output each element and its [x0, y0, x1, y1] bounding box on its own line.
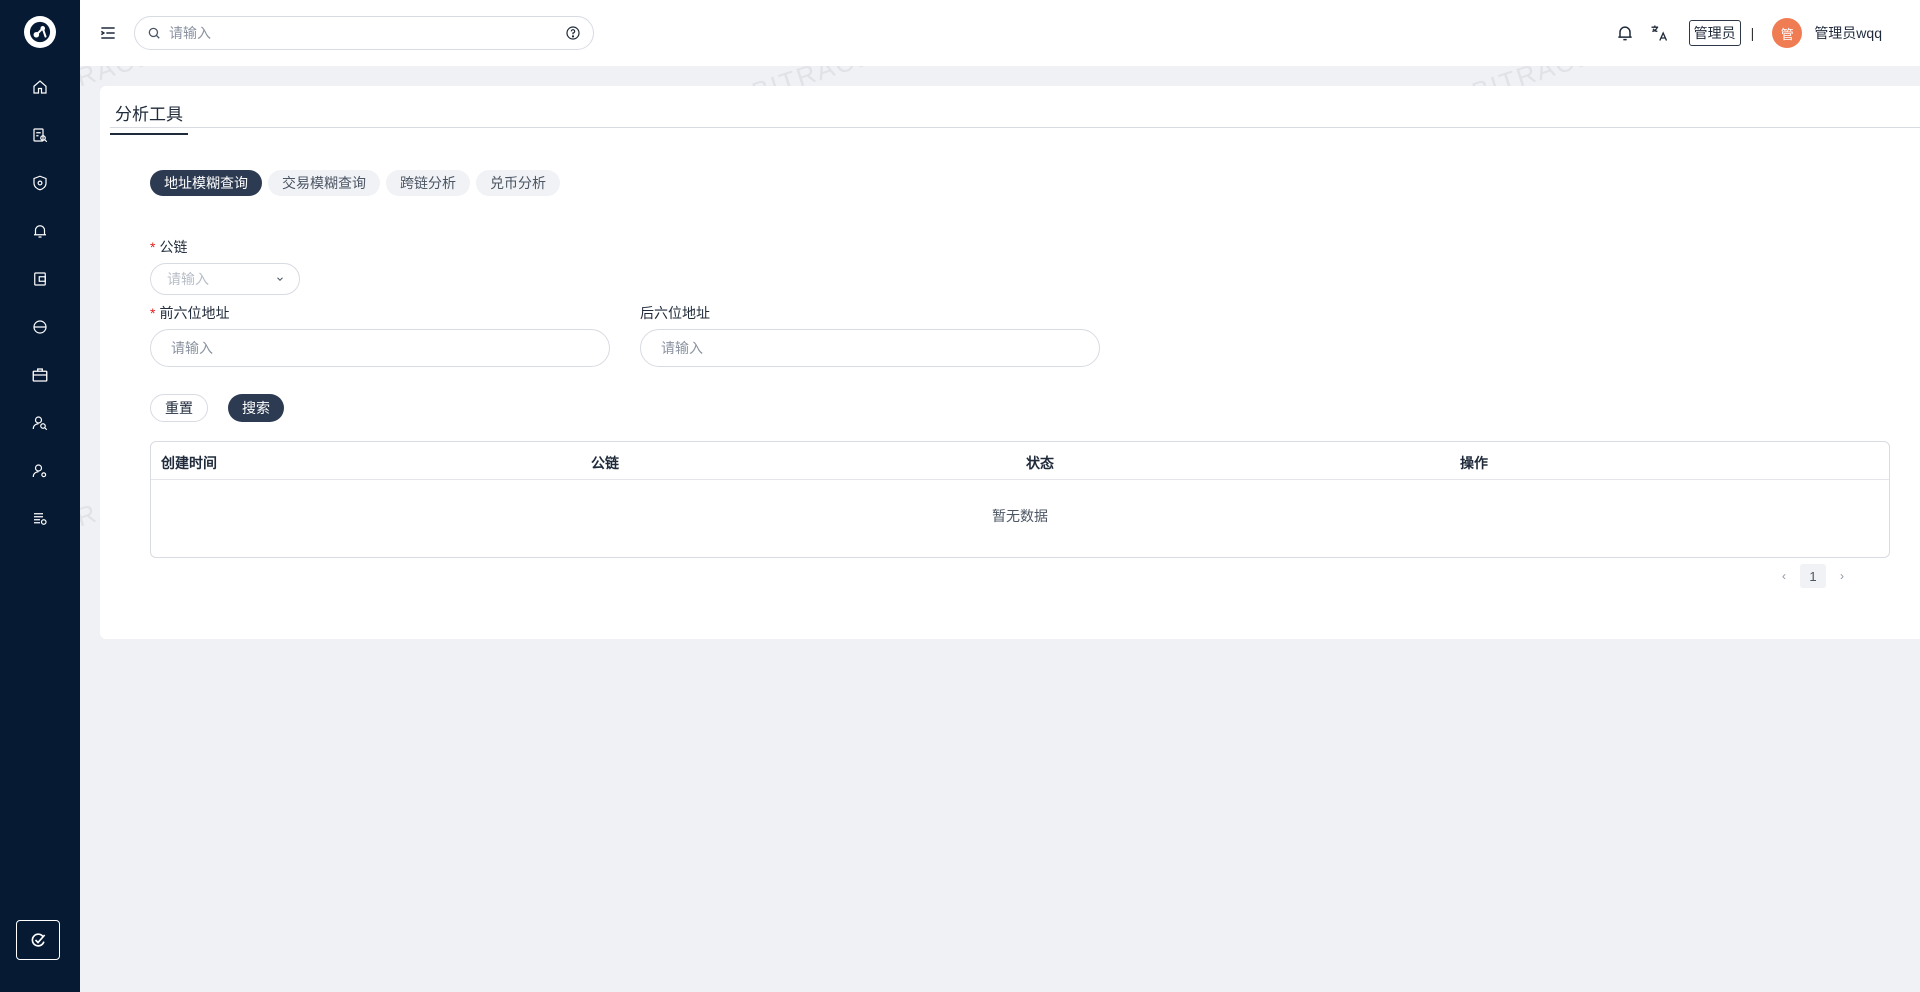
- list-settings-icon: [34, 513, 47, 525]
- avatar[interactable]: 管: [1772, 18, 1803, 48]
- prefix-label: * 前六位地址: [150, 305, 230, 321]
- chain-select-placeholder: 请输入: [167, 271, 209, 287]
- pagination: ‹ 1 ›: [1782, 564, 1844, 588]
- bottom-action-button[interactable]: [16, 920, 60, 960]
- logo[interactable]: [24, 16, 56, 48]
- query-tab-1[interactable]: 交易模糊查询: [268, 170, 380, 196]
- query-tab-2[interactable]: 跨链分析: [386, 170, 470, 196]
- sidebar-item-accounts[interactable]: [28, 459, 52, 483]
- tab-divider: [110, 127, 1920, 128]
- global-search: [134, 16, 594, 50]
- notification-button[interactable]: [1615, 23, 1635, 43]
- required-mark: *: [150, 239, 156, 255]
- empty-state: 暂无数据: [992, 508, 1048, 524]
- chevron-down-icon: [277, 277, 283, 281]
- sidebar-item-monitor[interactable]: [28, 315, 52, 339]
- role-badge: 管理员: [1688, 20, 1741, 46]
- sidebar-item-wallet[interactable]: [28, 267, 52, 291]
- wallet-icon: [34, 272, 46, 286]
- column-header-chain: 公链: [591, 455, 619, 471]
- page-number[interactable]: 1: [1800, 564, 1826, 588]
- top-bar: 管理员 | 管 管理员wqq: [80, 0, 1920, 66]
- suffix-address-input[interactable]: [641, 330, 1099, 366]
- header-separator: |: [1750, 25, 1755, 41]
- eye-icon: [33, 320, 47, 334]
- query-tab-0[interactable]: 地址模糊查询: [150, 170, 262, 196]
- refresh-check-icon: [31, 933, 46, 947]
- sidebar-item-alerts[interactable]: [28, 219, 52, 243]
- translate-icon: [1651, 25, 1667, 41]
- user-settings-icon: [32, 464, 47, 478]
- logo-icon: [29, 21, 51, 43]
- column-header-actions: 操作: [1460, 455, 1488, 471]
- home-icon: [33, 80, 47, 94]
- suffix-label: 后六位地址: [640, 305, 710, 321]
- prefix-address-input[interactable]: [151, 330, 609, 366]
- query-type-tabs: 地址模糊查询 交易模糊查询 跨链分析 兑币分析: [150, 170, 560, 196]
- menu-toggle-button[interactable]: [98, 23, 118, 43]
- bell-icon: [34, 225, 46, 238]
- column-header-status: 状态: [1026, 455, 1054, 471]
- sidebar-item-reports[interactable]: [28, 123, 52, 147]
- main-card: 分析工具 地址模糊查询 交易模糊查询 跨链分析 兑币分析 * 公链 请输入 * 前六位地址…: [100, 86, 1920, 639]
- chain-select[interactable]: 请输入: [150, 263, 300, 295]
- suffix-address-field: [640, 329, 1100, 367]
- search-icon: [148, 27, 160, 39]
- chain-label: * 公链: [150, 239, 188, 255]
- sidebar: [0, 0, 80, 992]
- search-input[interactable]: [169, 25, 565, 41]
- briefcase-icon: [32, 368, 48, 382]
- reset-button[interactable]: 重置: [150, 394, 208, 422]
- required-mark: *: [150, 305, 156, 321]
- sidebar-item-users[interactable]: [28, 411, 52, 435]
- table-header: 创建时间 公链 状态 操作: [151, 442, 1889, 480]
- bell-icon: [1618, 26, 1632, 41]
- sidebar-item-tools[interactable]: [28, 363, 52, 387]
- next-page-button[interactable]: ›: [1840, 569, 1844, 583]
- prev-page-button[interactable]: ‹: [1782, 569, 1786, 583]
- language-switch-button[interactable]: [1649, 23, 1669, 43]
- tab-analysis-tools[interactable]: 分析工具: [110, 100, 188, 135]
- prefix-address-field: [150, 329, 610, 367]
- sidebar-item-security[interactable]: [28, 171, 52, 195]
- help-icon[interactable]: [565, 25, 581, 41]
- user-search-icon: [32, 416, 48, 431]
- menu-collapse-icon: [100, 27, 115, 39]
- search-button[interactable]: 搜索: [228, 394, 284, 422]
- sidebar-item-home[interactable]: [28, 75, 52, 99]
- query-tab-3[interactable]: 兑币分析: [476, 170, 560, 196]
- shield-icon: [33, 175, 47, 191]
- header-actions: 管理员 | 管 管理员wqq: [1615, 18, 1882, 48]
- report-search-icon: [33, 128, 48, 143]
- sidebar-item-logs[interactable]: [28, 507, 52, 531]
- username[interactable]: 管理员wqq: [1814, 23, 1882, 43]
- results-table: 创建时间 公链 状态 操作 暂无数据: [150, 441, 1890, 558]
- column-header-created-time: 创建时间: [161, 455, 217, 471]
